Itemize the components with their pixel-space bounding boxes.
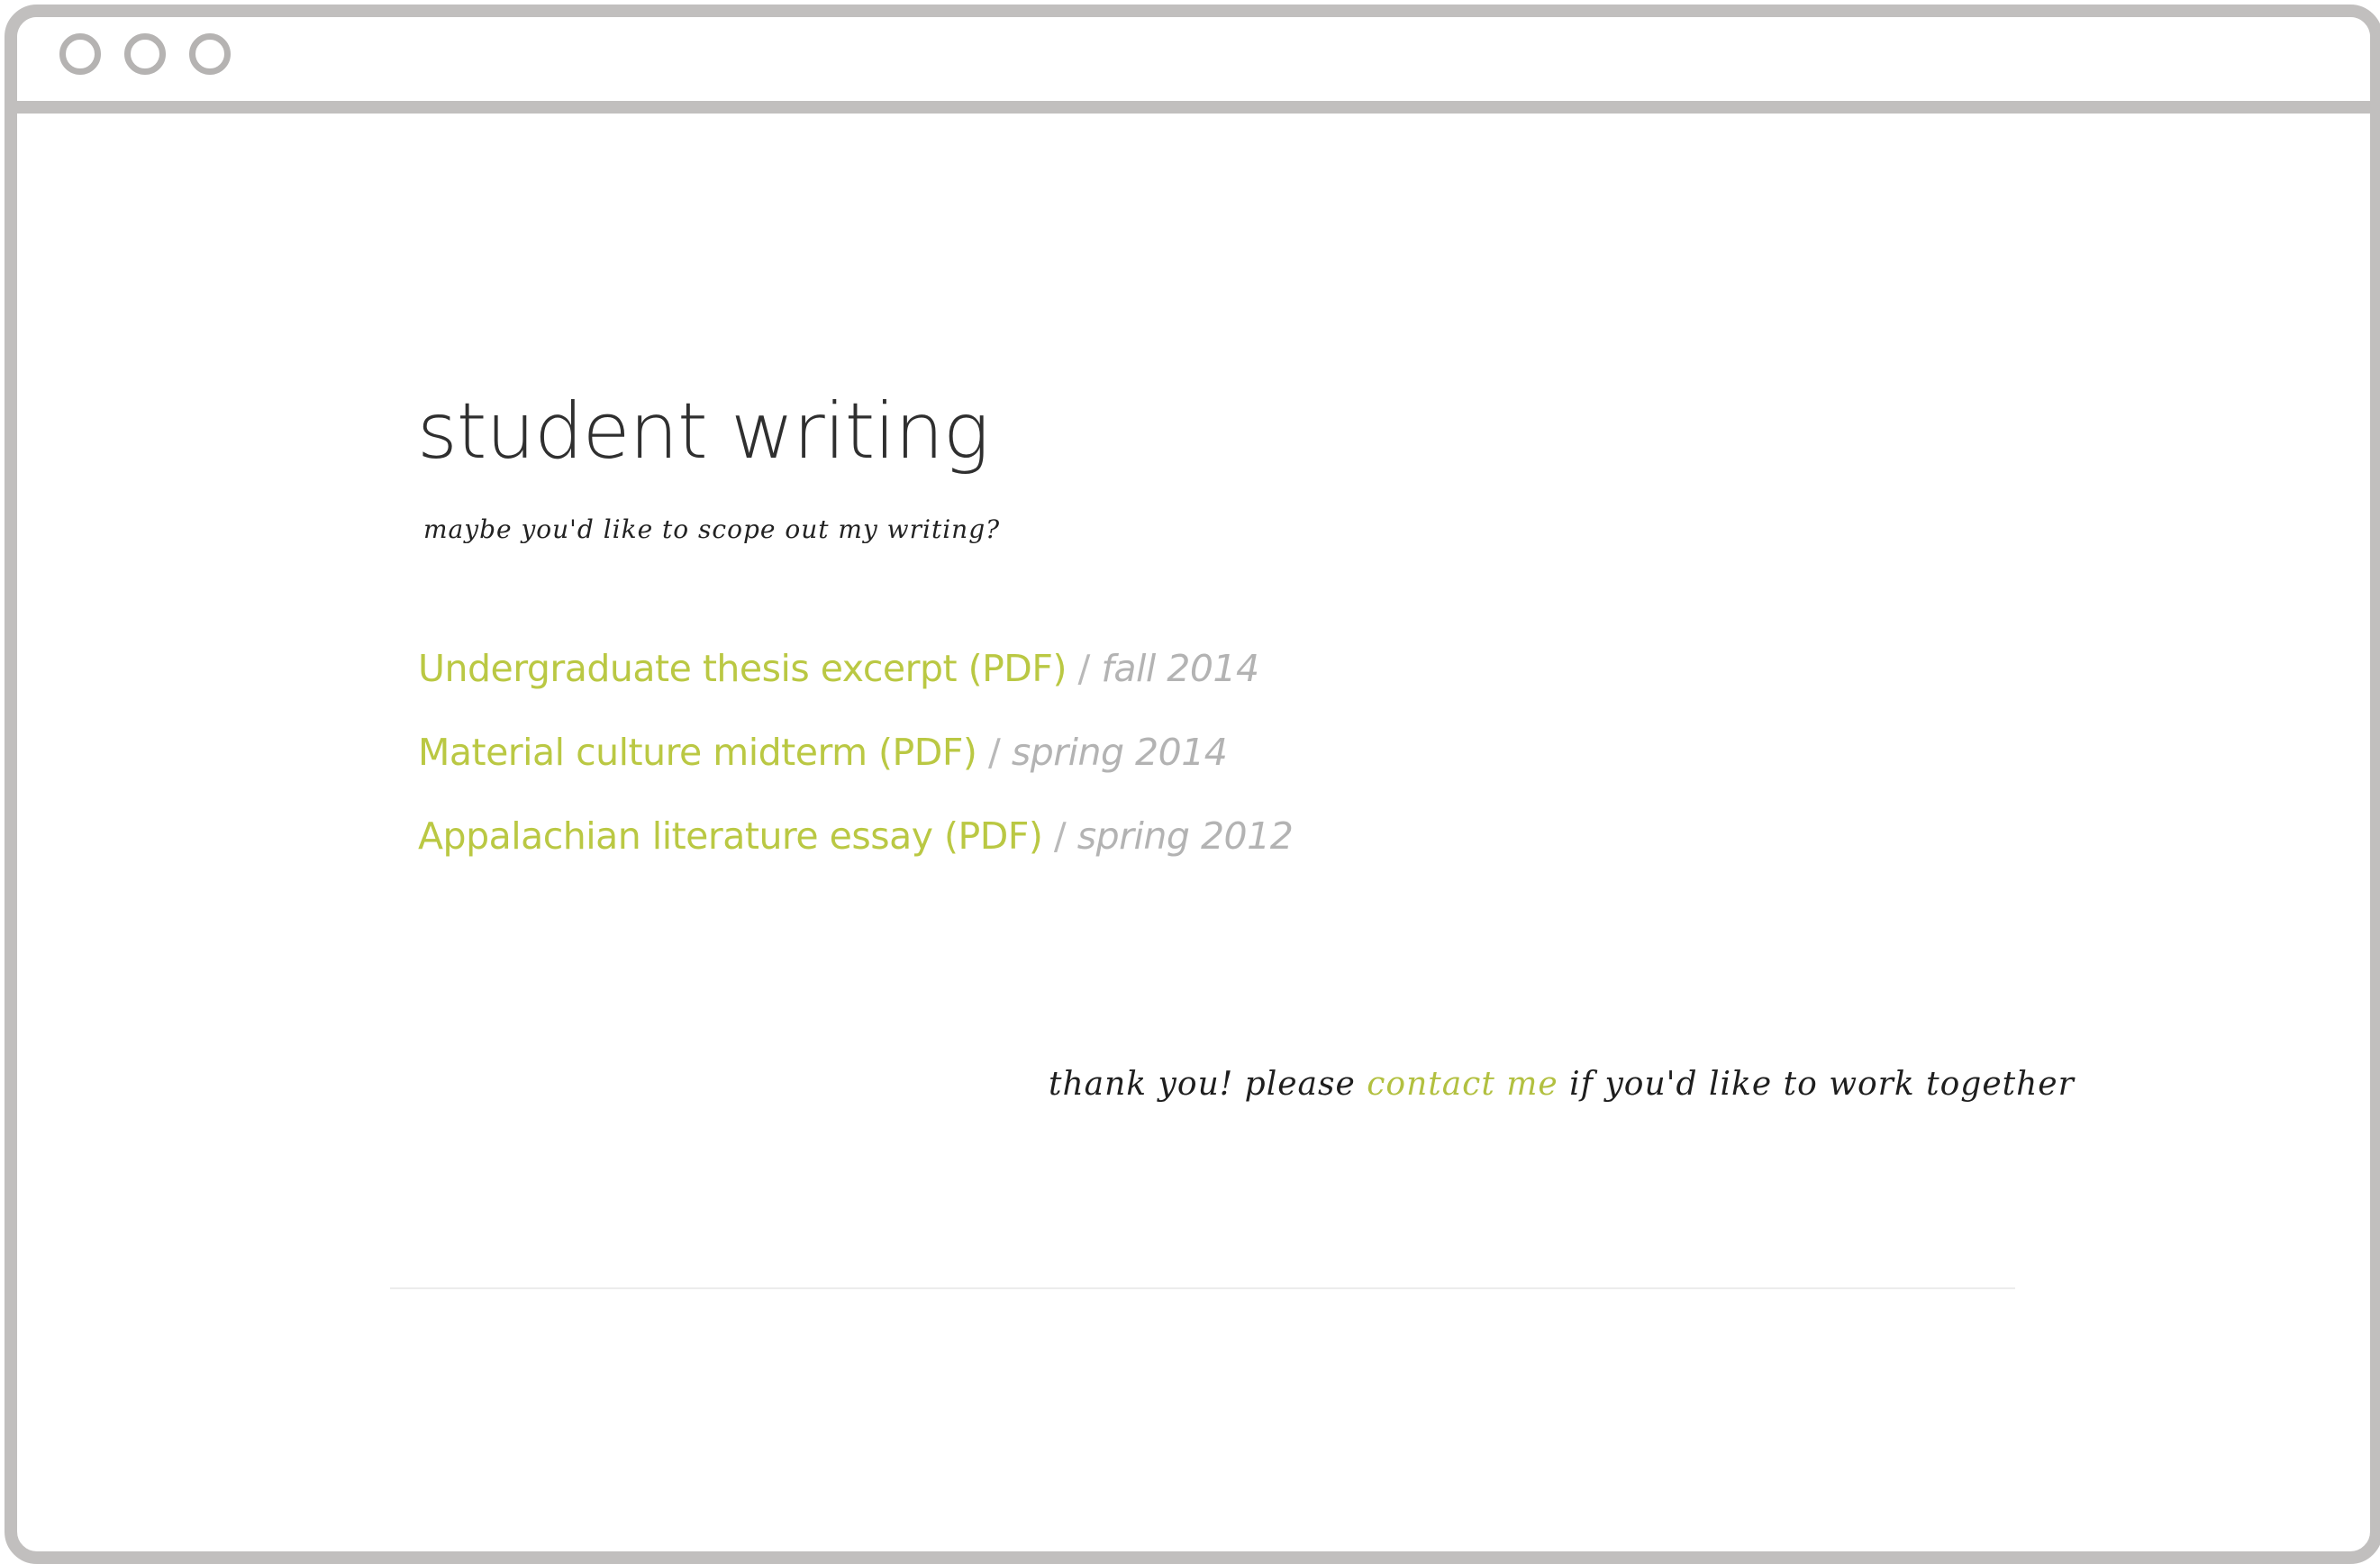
page-content: student writing maybe you'd like to scop… — [17, 114, 2370, 1551]
appalachian-literature-essay-link[interactable]: Appalachian literature essay (PDF) — [418, 814, 1043, 858]
separator: / — [987, 731, 1001, 774]
writing-list: Undergraduate thesis excerpt (PDF) / fal… — [418, 641, 1294, 893]
writing-list-item: Undergraduate thesis excerpt (PDF) / fal… — [418, 641, 1293, 725]
page-title: student writing — [417, 386, 989, 477]
thesis-excerpt-link[interactable]: Undergraduate thesis excerpt (PDF) — [418, 647, 1067, 690]
writing-list-item: Appalachian literature essay (PDF) / spr… — [418, 809, 1294, 893]
browser-window: student writing maybe you'd like to scop… — [5, 5, 2380, 1564]
thank-you-prefix: thank you! please — [1049, 1066, 1356, 1103]
writing-list-item: Material culture midterm (PDF) / spring … — [418, 725, 1293, 809]
footer-divider — [390, 1287, 2015, 1289]
thank-you-suffix: if you'd like to work together — [1569, 1066, 2075, 1103]
window-control-circle-icon[interactable] — [189, 33, 231, 75]
writing-date: spring 2012 — [1076, 814, 1294, 858]
browser-titlebar — [17, 17, 2370, 114]
writing-date: spring 2014 — [1011, 731, 1228, 774]
contact-me-link[interactable]: contact me — [1367, 1066, 1558, 1103]
page-subtitle: maybe you'd like to scope out my writing… — [423, 514, 1001, 544]
window-control-circle-icon[interactable] — [124, 33, 166, 75]
window-control-circle-icon[interactable] — [59, 33, 101, 75]
material-culture-midterm-link[interactable]: Material culture midterm (PDF) — [418, 731, 977, 774]
thank-you-message: thank you! please contact me if you'd li… — [1049, 1068, 2075, 1101]
separator: / — [1053, 814, 1067, 858]
writing-date: fall 2014 — [1101, 647, 1259, 690]
separator: / — [1077, 647, 1091, 690]
